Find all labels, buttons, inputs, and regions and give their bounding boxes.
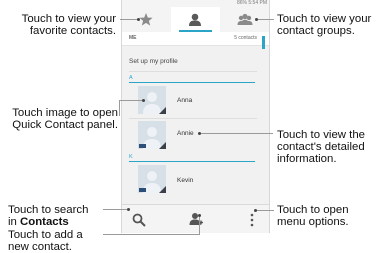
contacts-tab-bar	[122, 7, 269, 32]
callout-details-line2: contact's detailed	[277, 141, 365, 153]
callout-favorites-line1: Touch to view your	[21, 13, 116, 25]
person-icon	[189, 13, 201, 26]
callout-details-line1: Touch to view the	[277, 129, 366, 141]
section-header-k: K	[129, 154, 255, 162]
bottom-action-bar	[122, 204, 269, 233]
callout-dot	[254, 209, 257, 212]
callout-dot	[137, 18, 140, 21]
callout-line-add-h	[103, 234, 199, 235]
callout-menu: Touch to open menu options.	[277, 204, 381, 228]
callout-quick-contact-line1: Touch image to open	[12, 107, 118, 119]
callout-groups-line2: contact groups.	[277, 25, 355, 37]
callout-line-quick-contact-v	[119, 100, 120, 116]
sim-badge-icon	[139, 188, 146, 192]
callout-line-groups	[257, 19, 274, 20]
callout-add: Touch to add a new contact.	[8, 229, 108, 253]
star-icon	[139, 13, 153, 26]
add-contact-button[interactable]	[181, 205, 211, 233]
callout-line-details	[200, 133, 273, 134]
callout-line-menu	[256, 210, 274, 211]
me-header: ME 5 contacts	[122, 32, 269, 46]
callout-groups-line1: Touch to view your	[277, 13, 372, 25]
callout-dot	[142, 99, 145, 102]
clock-time: 5:54 PM	[248, 0, 267, 6]
callout-groups: Touch to view your contact groups.	[277, 13, 381, 37]
overflow-menu-icon	[250, 213, 254, 227]
quick-contact-badge-icon	[159, 186, 166, 193]
callout-dot	[255, 18, 258, 21]
phone-screen: 86% 5:54 PM ME 5 contacts Set up my prof…	[121, 0, 270, 233]
avatar[interactable]	[138, 165, 166, 193]
callout-menu-line2: menu options.	[277, 216, 349, 228]
callout-search-line1: Touch to search	[8, 204, 89, 216]
me-label: ME	[129, 35, 137, 41]
status-bar: 86% 5:54 PM	[122, 0, 269, 7]
callout-menu-line1: Touch to open	[277, 204, 349, 216]
callout-favorites: Touch to view your favorite contacts.	[0, 13, 116, 37]
contact-name[interactable]: Kevin	[177, 177, 193, 184]
search-icon	[132, 213, 146, 227]
callout-line-favorites	[120, 19, 138, 20]
scrollbar[interactable]	[262, 36, 265, 49]
callout-quick-contact-line2: Quick Contact panel.	[12, 119, 118, 131]
callout-search: Touch to search in Contacts	[8, 204, 108, 228]
status-bar-clock: 86% 5:54 PM	[237, 0, 267, 7]
callout-add-line2: new contact.	[8, 241, 72, 253]
callout-dot	[127, 208, 130, 211]
quick-contact-badge-icon	[159, 142, 166, 149]
quick-contact-badge-icon	[159, 107, 166, 114]
callout-details: Touch to view the contact's detailed inf…	[277, 129, 381, 165]
callout-line-quick-contact-h	[119, 100, 143, 101]
callout-line-add-v	[199, 215, 200, 235]
callout-dot	[198, 132, 201, 135]
battery-level: 86%	[236, 0, 247, 6]
section-header-a: A	[129, 75, 255, 83]
group-icon	[237, 13, 253, 25]
divider	[129, 118, 257, 119]
contact-name[interactable]: Annie	[177, 130, 194, 137]
contact-name[interactable]: Anna	[177, 97, 192, 104]
callout-search-prefix: in	[8, 216, 21, 228]
callout-dot	[198, 214, 201, 217]
callout-search-contacts: Contacts	[20, 216, 69, 228]
contact-count: 5 contacts	[234, 35, 257, 41]
callout-details-line3: information.	[277, 153, 337, 165]
callout-add-line1: Touch to add a	[8, 229, 83, 241]
divider	[129, 71, 257, 72]
setup-profile-item[interactable]: Set up my profile	[129, 58, 178, 65]
callout-quick-contact: Touch image to open Quick Contact panel.	[0, 107, 118, 131]
callout-favorites-line2: favorite contacts.	[29, 25, 116, 37]
callout-search-line2: in Contacts	[8, 216, 108, 228]
tab-contacts[interactable]	[171, 7, 220, 32]
sim-badge-icon	[139, 144, 146, 148]
avatar[interactable]	[138, 121, 166, 149]
